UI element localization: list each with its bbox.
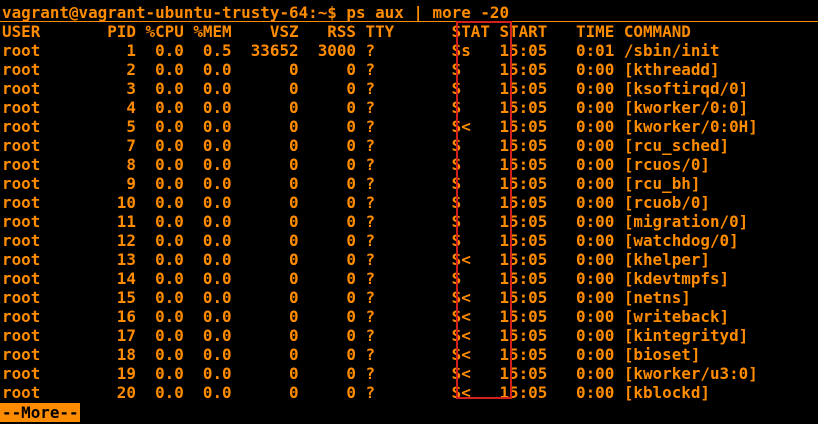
process-row: root 12 0.0 0.0 0 0 ? S 15:05 0:00 [watc… [2,231,739,250]
process-row: root 7 0.0 0.0 0 0 ? S 15:05 0:00 [rcu_s… [2,136,730,155]
process-row: root 4 0.0 0.0 0 0 ? S 15:05 0:00 [kwork… [2,98,749,117]
stat-column-highlight [456,21,512,399]
process-row: root 19 0.0 0.0 0 0 ? S< 15:05 0:00 [kwo… [2,364,758,383]
command-line: vagrant@vagrant-ubuntu-trusty-64:~$ ps a… [2,3,510,22]
process-row: root 11 0.0 0.0 0 0 ? S 15:05 0:00 [migr… [2,212,749,231]
process-row: root 8 0.0 0.0 0 0 ? S 15:05 0:00 [rcuos… [2,155,710,174]
process-row: root 3 0.0 0.0 0 0 ? S 15:05 0:00 [ksoft… [2,79,749,98]
process-row: root 13 0.0 0.0 0 0 ? S< 15:05 0:00 [khe… [2,250,710,269]
process-row: root 15 0.0 0.0 0 0 ? S< 15:05 0:00 [net… [2,288,691,307]
process-row: root 2 0.0 0.0 0 0 ? S 15:05 0:00 [kthre… [2,60,720,79]
process-row: root 17 0.0 0.0 0 0 ? S< 15:05 0:00 [kin… [2,326,749,345]
process-row: root 1 0.0 0.5 33652 3000 ? Ss 15:05 0:0… [2,41,720,60]
process-row: root 20 0.0 0.0 0 0 ? S< 15:05 0:00 [kbl… [2,383,710,402]
process-row: root 10 0.0 0.0 0 0 ? S 15:05 0:00 [rcuo… [2,193,710,212]
pager-more-prompt[interactable]: --More-- [0,403,80,422]
process-row: root 14 0.0 0.0 0 0 ? S 15:05 0:00 [kdev… [2,269,730,288]
process-row: root 18 0.0 0.0 0 0 ? S< 15:05 0:00 [bio… [2,345,701,364]
column-header: USER PID %CPU %MEM VSZ RSS TTY STAT STAR… [2,22,691,41]
process-row: root 16 0.0 0.0 0 0 ? S< 15:05 0:00 [wri… [2,307,730,326]
process-row: root 9 0.0 0.0 0 0 ? S 15:05 0:00 [rcu_b… [2,174,701,193]
process-row: root 5 0.0 0.0 0 0 ? S< 15:05 0:00 [kwor… [2,117,758,136]
terminal-window[interactable]: vagrant@vagrant-ubuntu-trusty-64:~$ ps a… [0,0,818,424]
